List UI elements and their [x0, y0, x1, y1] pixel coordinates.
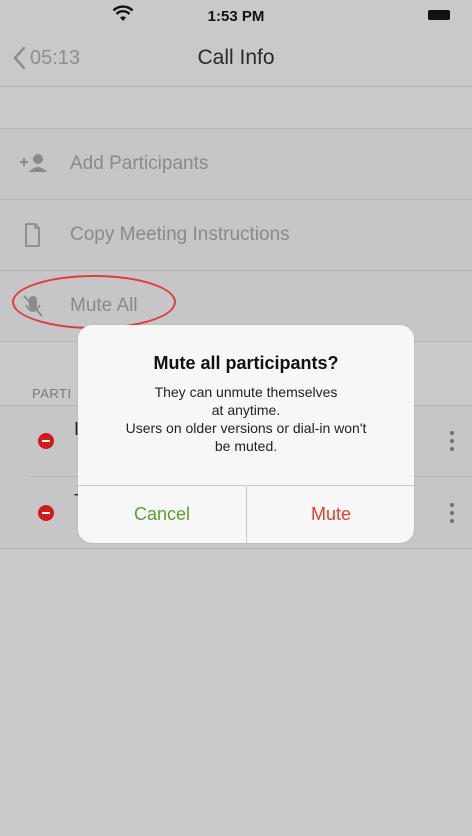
- copy-meeting-instructions-label: Copy Meeting Instructions: [70, 224, 290, 245]
- call-actions-list: Add Participants Copy Meeting Instructio…: [0, 128, 472, 342]
- status-time: 1:53 PM: [207, 8, 265, 25]
- status-bar: 1:53 PM: [0, 0, 472, 30]
- copy-meeting-instructions-item[interactable]: Copy Meeting Instructions: [0, 200, 472, 271]
- add-participants-item[interactable]: Add Participants: [0, 129, 472, 200]
- battery-icon: [428, 10, 450, 20]
- alert-message-line: at anytime.: [211, 402, 281, 418]
- cancel-button[interactable]: Cancel: [78, 486, 246, 543]
- alert-message-line: be muted.: [214, 438, 278, 454]
- alert-message-line: Users on older versions or dial-in won't: [125, 420, 367, 436]
- alert-message-line: They can unmute themselves: [154, 384, 338, 400]
- mute-all-alert-dialog: Mute all participants? They can unmute t…: [78, 325, 414, 543]
- alert-message: They can unmute themselves at anytime. U…: [98, 383, 394, 455]
- more-options-icon[interactable]: [442, 427, 462, 455]
- remove-participant-icon[interactable]: [38, 433, 54, 449]
- mute-button[interactable]: Mute: [247, 486, 414, 543]
- more-options-icon[interactable]: [442, 499, 462, 527]
- alert-title: Mute all participants?: [153, 353, 339, 373]
- navigation-bar: 05:13 Call Info: [0, 30, 472, 87]
- mute-all-label: Mute All: [70, 295, 138, 316]
- document-icon: [25, 223, 40, 247]
- call-info-screen: 1:53 PM 05:13 Call Info Add Participants: [0, 0, 472, 836]
- remove-participant-icon[interactable]: [38, 505, 54, 521]
- page-title: Call Info: [197, 46, 275, 69]
- add-participants-label: Add Participants: [70, 153, 209, 174]
- participants-section-header: PARTI: [32, 386, 72, 401]
- add-person-icon: [20, 154, 47, 172]
- microphone-icon: [23, 295, 43, 317]
